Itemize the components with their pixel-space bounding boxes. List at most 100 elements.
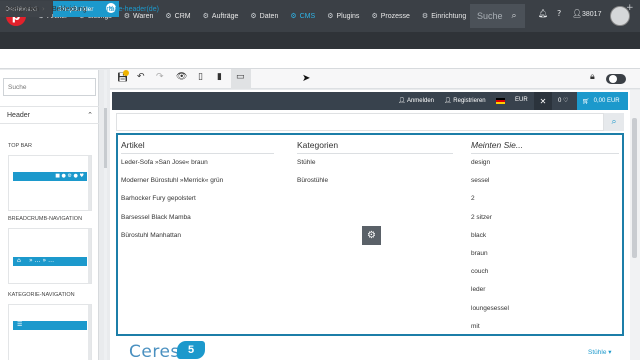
widget-label: TOP BAR [8, 143, 32, 149]
list-item[interactable]: Bürostühle [297, 172, 453, 190]
list-item[interactable]: Barsessel Black Mamba [121, 209, 274, 227]
ceres-logo[interactable]: Ceres [129, 342, 180, 360]
chevron-up-icon: ⌃ [87, 111, 93, 119]
bell-icon[interactable]: 🔔︎ [538, 9, 548, 18]
editor-toolbar [110, 69, 640, 89]
column-kategorien: Kategorien Stühle Bürostühle [297, 140, 453, 190]
widget-preview-bar: ■ ● ⚙ ● ♥ [13, 172, 87, 181]
chevron-right-icon: › [90, 5, 93, 13]
list-item[interactable]: sessel [471, 172, 619, 190]
sidebar-scrollbar-thumb[interactable] [104, 108, 107, 168]
undo-icon[interactable]: ↶ [137, 72, 145, 82]
artikel-list: Leder-Sofa »San Jose« braun Moderner Büro… [121, 154, 274, 245]
tablet-view-icon[interactable]: ▮ [217, 72, 222, 82]
list-item[interactable]: braun [471, 245, 619, 263]
widget-breadcrumb-navigation[interactable]: BREADCRUMB-NAVIGATION ⌂ » … » … [8, 216, 92, 284]
widget-search-input[interactable]: Suche [3, 78, 96, 96]
nav-item-prozesse[interactable]: ⚙ Prozesse [365, 0, 415, 32]
nav-item-crm[interactable]: ⚙ CRM [159, 0, 196, 32]
widget-top-bar[interactable]: TOP BAR ■ ● ⚙ ● ♥ [8, 143, 92, 211]
register-link[interactable]: 👤︎ Registrieren [444, 97, 486, 104]
widget-settings-gear-icon[interactable]: ⚙ [362, 226, 381, 245]
list-item[interactable]: Barhocker Fury gepolstert [121, 190, 274, 208]
column-title: Artikel [121, 140, 274, 154]
login-label: Anmelden [406, 98, 434, 104]
widget-drag-handle[interactable] [88, 229, 91, 283]
unsaved-badge [123, 70, 129, 76]
breadcrumb-item-kategorien[interactable]: Kategorien [5, 6, 39, 13]
mobile-view-icon[interactable]: ▯ [198, 72, 203, 82]
german-flag-icon[interactable] [496, 98, 505, 104]
cms-icon: ⚙ [290, 12, 297, 20]
widget-drag-handle[interactable] [88, 156, 91, 210]
menu-icon: ☰ [17, 321, 23, 328]
basket-button[interactable]: 🛒︎ 0,00 EUR [577, 92, 628, 110]
search-icon[interactable]: ⌕ [604, 113, 624, 131]
list-item[interactable]: mit [471, 318, 619, 336]
box-icon: ⚙ [123, 12, 131, 20]
redo-icon[interactable]: ↷ [156, 72, 164, 82]
add-user-icon: 👤︎ [444, 97, 452, 104]
plus-icon[interactable]: + [626, 3, 634, 13]
user-icon[interactable]: 👤︎ [572, 9, 582, 18]
currency-select[interactable]: EUR [515, 97, 528, 103]
widget-bar-icons: ■ ● ⚙ ● ♥ [55, 173, 84, 179]
nav-item-waren[interactable]: ⚙ Waren [118, 0, 160, 32]
header-section-toggle[interactable]: Header ⌃ [0, 106, 99, 124]
shop-search-input[interactable] [116, 113, 604, 131]
nav-item-label: Plugins [336, 12, 360, 20]
preview-scrollbar-thumb[interactable] [632, 118, 637, 258]
list-item[interactable]: Leder-Sofa »San Jose« braun [121, 154, 274, 172]
breadcrumb [0, 49, 640, 69]
nav-item-einrichtung[interactable]: ⚙ Einrichtung [416, 0, 472, 32]
widget-preview[interactable]: ■ ● ⚙ ● ♥ [8, 155, 92, 211]
widget-preview[interactable]: ☰ [8, 304, 92, 360]
nav-menu-stuhle[interactable]: Stühle ▾ [588, 348, 612, 356]
column-title: Kategorien [297, 140, 453, 154]
kategorien-list: Stühle Bürostühle [297, 154, 453, 190]
list-item[interactable]: black [471, 227, 619, 245]
list-item[interactable]: 2 sitzer [471, 209, 619, 227]
nav-item-cms[interactable]: ⚙ CMS [284, 0, 321, 32]
breadcrumb-item-bekleidung[interactable]: Bekleidung [52, 6, 87, 13]
widget-preview[interactable]: ⌂ » … » … [8, 228, 92, 284]
wrench-icon: ⚙ [421, 12, 429, 20]
nav-item-auftr-ge[interactable]: ⚙ Aufträge [197, 0, 245, 32]
login-link[interactable]: 👤︎ Anmelden [398, 97, 434, 104]
lock-icon[interactable]: 🔒︎ [590, 72, 595, 82]
toggle-knob [609, 75, 617, 83]
list-item[interactable]: Stühle [297, 154, 453, 172]
nav-item-label: CRM [174, 12, 191, 20]
search-icon[interactable]: ⌕ [503, 4, 525, 28]
close-icon[interactable]: ✕ [534, 92, 552, 110]
wishlist-count: 0 [558, 98, 562, 104]
list-item[interactable]: couch [471, 263, 619, 281]
ceres-logo-badge: 5 [177, 341, 205, 359]
wishlist-link[interactable]: 0 ♡ [558, 97, 568, 104]
user-icon: 👤︎ [398, 97, 406, 104]
list-item[interactable]: 2 [471, 190, 619, 208]
list-item[interactable]: Bürostuhl Manhattan [121, 227, 274, 245]
nav-item-label: Aufträge [211, 12, 239, 20]
widget-drag-handle[interactable] [88, 305, 91, 360]
eye-icon[interactable]: 👁︎ [176, 72, 187, 82]
widget-label: BREADCRUMB-NAVIGATION [8, 216, 83, 222]
plugin-icon: ⚙ [327, 12, 334, 20]
list-item[interactable]: leder [471, 281, 619, 299]
widget-label: KATEGORIE-NAVIGATION [8, 292, 75, 298]
desktop-view-icon: ▭ [236, 72, 245, 82]
process-icon: ⚙ [371, 12, 378, 20]
list-item[interactable]: design [471, 154, 619, 172]
list-item[interactable]: Moderner Bürostuhl »Merrick« grün [121, 172, 274, 190]
widget-preview-bar: ☰ [13, 321, 87, 330]
help-icon[interactable]: ? [557, 9, 561, 18]
nav-item-label: Waren [133, 12, 154, 20]
column-meinten-sie: Meinten Sie... design sessel 2 2 sitzer blac… [471, 140, 619, 336]
nav-item-label: Einrichtung [431, 12, 467, 20]
nav-item-plugins[interactable]: ⚙ Plugins [321, 0, 365, 32]
list-item[interactable]: loungesessel [471, 300, 619, 318]
nav-item-daten[interactable]: ⚙ Daten [244, 0, 284, 32]
breadcrumb-item-current[interactable]: vortage-header(de) [99, 6, 159, 13]
nav-item-label: Prozesse [380, 12, 410, 20]
widget-kategorie-navigation[interactable]: KATEGORIE-NAVIGATION ☰ [8, 292, 92, 360]
